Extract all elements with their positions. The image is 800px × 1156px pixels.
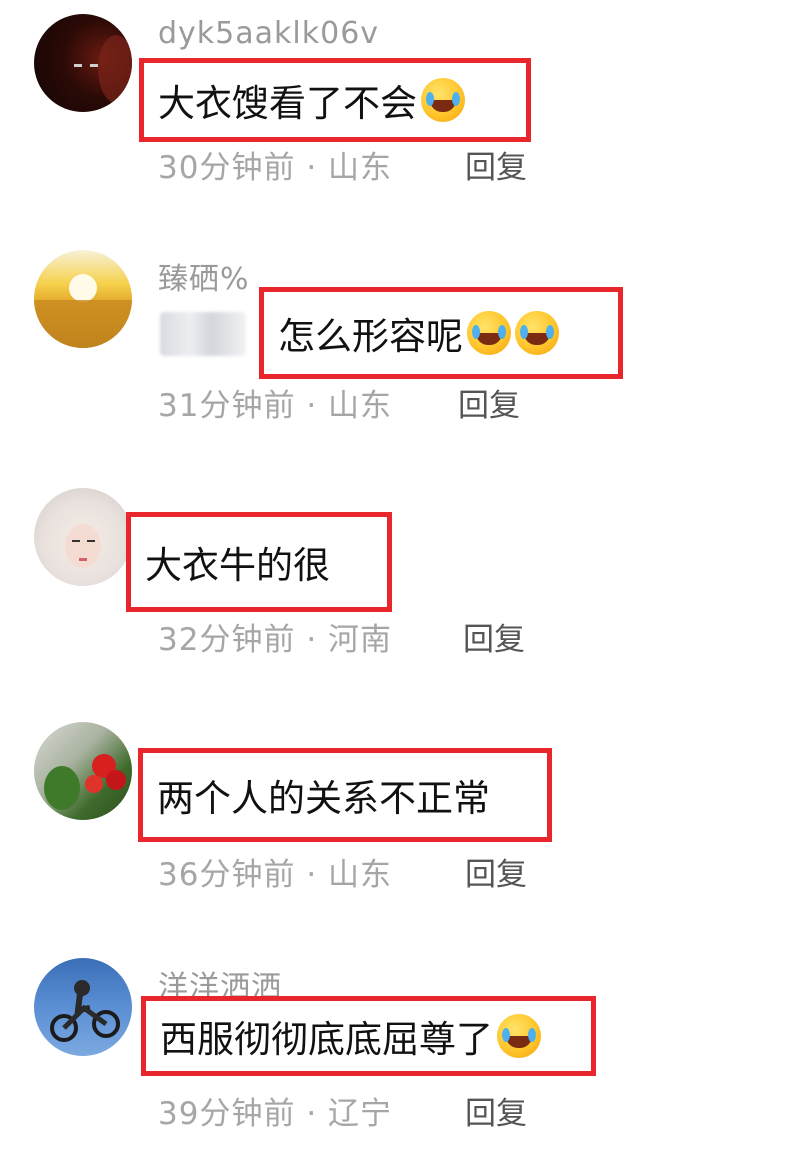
comment-location: 河南 bbox=[328, 622, 393, 658]
username[interactable]: 臻硒% bbox=[158, 254, 250, 298]
comment-location: 山东 bbox=[328, 150, 393, 186]
comment-text: 大衣牛的很 bbox=[145, 544, 330, 587]
laugh-cry-emoji-icon bbox=[515, 311, 559, 355]
dark-portrait-icon bbox=[74, 35, 132, 103]
flowers-icon bbox=[44, 754, 126, 810]
comment-location: 山东 bbox=[328, 857, 393, 893]
avatar[interactable] bbox=[34, 14, 132, 112]
comment-meta: 36分钟前 · 山东 bbox=[158, 849, 392, 894]
comment-text: 两个人的关系不正常 bbox=[157, 777, 490, 820]
laugh-cry-emoji-icon bbox=[421, 78, 465, 122]
separator: · bbox=[306, 857, 318, 893]
girl-portrait-icon bbox=[65, 524, 101, 568]
avatar[interactable] bbox=[34, 958, 132, 1056]
separator: · bbox=[306, 1096, 318, 1132]
comment-location: 辽宁 bbox=[328, 1096, 393, 1132]
comment-text-highlight: 大衣牛的很 bbox=[126, 512, 392, 612]
blurred-badge bbox=[160, 312, 246, 356]
comment-text-highlight: 西服彻彻底底屈尊了 bbox=[141, 996, 596, 1076]
reply-button[interactable]: 回复 bbox=[463, 614, 525, 659]
comment-meta: 30分钟前 · 山东 bbox=[158, 142, 392, 187]
separator: · bbox=[306, 622, 318, 658]
laugh-cry-emoji-icon bbox=[497, 1014, 541, 1058]
reply-button[interactable]: 回复 bbox=[465, 849, 527, 894]
motocross-icon bbox=[50, 980, 120, 1042]
comment-location: 山东 bbox=[328, 388, 393, 424]
comment-meta: 39分钟前 · 辽宁 bbox=[158, 1088, 392, 1133]
comment-time: 39分钟前 bbox=[158, 1096, 296, 1132]
comment-time: 36分钟前 bbox=[158, 857, 296, 893]
comment-time: 30分钟前 bbox=[158, 150, 296, 186]
sunrise-field-icon bbox=[34, 274, 132, 348]
comment-meta: 31分钟前 · 山东 bbox=[158, 380, 392, 425]
avatar[interactable] bbox=[34, 250, 132, 348]
reply-button[interactable]: 回复 bbox=[465, 1088, 527, 1133]
username[interactable]: dyk5aaklk06v bbox=[158, 16, 379, 51]
avatar[interactable] bbox=[34, 722, 132, 820]
comment-time: 31分钟前 bbox=[158, 388, 296, 424]
comment-meta: 32分钟前 · 河南 bbox=[158, 614, 392, 659]
comment-text: 怎么形容呢 bbox=[278, 315, 463, 358]
comment-text-highlight: 大衣馊看了不会 bbox=[139, 58, 531, 142]
avatar[interactable] bbox=[34, 488, 132, 586]
laugh-cry-emoji-icon bbox=[467, 311, 511, 355]
comment-time: 32分钟前 bbox=[158, 622, 296, 658]
separator: · bbox=[306, 388, 318, 424]
comment-text: 西服彻彻底底屈尊了 bbox=[160, 1018, 493, 1061]
comment-text: 大衣馊看了不会 bbox=[158, 82, 417, 125]
reply-button[interactable]: 回复 bbox=[458, 380, 520, 425]
comment-text-highlight: 两个人的关系不正常 bbox=[138, 748, 552, 842]
comment-text-highlight: 怎么形容呢 bbox=[259, 287, 623, 379]
reply-button[interactable]: 回复 bbox=[465, 142, 527, 187]
separator: · bbox=[306, 150, 318, 186]
